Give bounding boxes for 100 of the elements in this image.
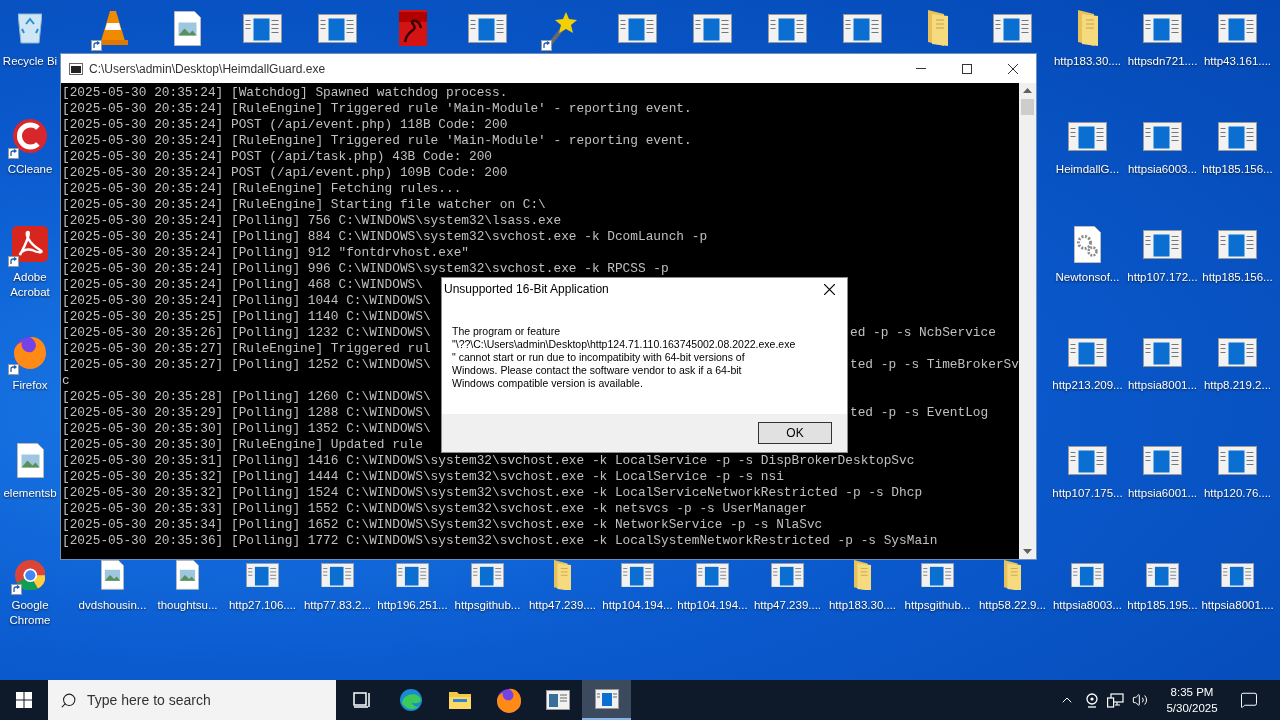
- dialog-title: Unsupported 16-Bit Application: [444, 281, 609, 298]
- console-line: [2025-05-30 20:35:24] [RuleEngine] Fetching rules...: [62, 181, 462, 197]
- console-line: c: [62, 373, 70, 389]
- program-window-icon[interactable]: [1143, 121, 1182, 151]
- program-window-icon[interactable]: [1143, 229, 1182, 259]
- icon-label: httpsia6003...: [1126, 162, 1199, 177]
- program-window-icon[interactable]: [993, 13, 1032, 43]
- folder-icon[interactable]: [1077, 10, 1098, 46]
- console-line: [2025-05-30 20:35:32] [Polling] 1444 C:\WINDOWS\system32\svchost.exe -k LocalService -p -s nsi: [62, 469, 784, 485]
- scrollbar[interactable]: [1019, 83, 1036, 559]
- ok-button[interactable]: OK: [758, 422, 832, 444]
- console-line: [2025-05-30 20:35:31] [Polling] 1416 C:\WINDOWS\system32\svchost.exe -k LocalService -p -s DispBrokerDesktopSvc: [62, 453, 915, 469]
- windows-logo-icon: [16, 692, 32, 708]
- close-icon: [823, 283, 835, 295]
- console-icon: [69, 62, 83, 75]
- icon-label: httpsia8001....: [1200, 598, 1275, 613]
- image-file-icon[interactable]: [16, 442, 44, 478]
- notification-icon[interactable]: [1240, 691, 1258, 709]
- program-window-icon[interactable]: [245, 562, 280, 588]
- recycle-bin-icon[interactable]: [18, 12, 42, 44]
- icon-label: http213.209...: [1051, 378, 1124, 393]
- icon-label: httpsdn721....: [1126, 54, 1199, 69]
- search-icon: [60, 691, 77, 709]
- icon-label: http185.156...: [1201, 270, 1274, 285]
- browser-icon[interactable]: [14, 559, 46, 591]
- icon-label: httpsgithub...: [453, 598, 522, 613]
- console-line: ed -p -s NcbService: [850, 325, 996, 341]
- console-line: [2025-05-30 20:35:26] [Polling] 1232 C:\WINDOWS\: [62, 325, 431, 341]
- program-window-icon[interactable]: [470, 562, 505, 588]
- icon-label: CCleane: [6, 162, 54, 177]
- program-window-icon[interactable]: [1218, 445, 1257, 475]
- program-window-icon[interactable]: [1218, 229, 1257, 259]
- task-view-icon: [353, 692, 370, 708]
- folder-icon[interactable]: [927, 10, 948, 46]
- icon-label: elementsb: [2, 486, 58, 501]
- clock[interactable]: 8:35 PM 5/30/2025: [1156, 684, 1228, 716]
- program-window-icon: [545, 690, 570, 710]
- icon-label: Firefox: [11, 378, 49, 393]
- image-file-icon[interactable]: [174, 10, 201, 46]
- icon-label: http185.195...: [1126, 598, 1199, 613]
- icon-label: http27.106....: [227, 598, 298, 613]
- icon-label: http77.83.2...: [302, 598, 373, 613]
- console-line: [2025-05-30 20:35:33] [Polling] 1552 C:\WINDOWS\system32\svchost.exe -k netsvcs -p -s UserManager: [62, 501, 807, 517]
- pdf-file-icon[interactable]: [398, 10, 427, 46]
- icon-label: dvdshousin...: [77, 598, 148, 613]
- acrobat-logo-icon[interactable]: [12, 226, 48, 262]
- folder-icon[interactable]: [554, 559, 571, 591]
- program-window-icon[interactable]: [843, 13, 882, 43]
- program-window-icon[interactable]: [320, 562, 355, 588]
- program-window-icon[interactable]: [243, 13, 282, 43]
- icon-label: http107.175...: [1051, 486, 1124, 501]
- program-window-icon[interactable]: [1220, 562, 1255, 588]
- program-window-icon[interactable]: [1068, 121, 1107, 151]
- icon-label: httpsgithub...: [903, 598, 972, 613]
- program-window-icon[interactable]: [1143, 337, 1182, 367]
- program-window-icon[interactable]: [1068, 445, 1107, 475]
- program-window-icon[interactable]: [695, 562, 730, 588]
- clock-time: 8:35 PM: [1170, 685, 1214, 700]
- taskbar-button[interactable]: [582, 680, 631, 720]
- program-window-icon[interactable]: [618, 13, 657, 43]
- image-file-icon[interactable]: [101, 560, 124, 590]
- console-line: [2025-05-30 20:35:24] [RuleEngine] Starting file watcher on C:\: [62, 197, 546, 213]
- program-window-icon[interactable]: [693, 13, 732, 43]
- ring-logo-icon[interactable]: [13, 119, 47, 153]
- search-input[interactable]: Type here to search: [87, 689, 317, 711]
- console-line: [2025-05-30 20:35:24] [Polling] 756 C:\WINDOWS\system32\lsass.exe: [62, 213, 562, 229]
- window-title: C:\Users\admin\Desktop\HeimdallGuard.exe: [89, 60, 326, 78]
- program-window-icon[interactable]: [620, 562, 655, 588]
- program-window-icon[interactable]: [468, 13, 507, 43]
- folder-icon[interactable]: [1004, 559, 1021, 591]
- program-window-icon[interactable]: [770, 562, 805, 588]
- program-window-icon[interactable]: [395, 562, 430, 588]
- icon-label: http47.239....: [527, 598, 598, 613]
- program-window-icon[interactable]: [1218, 121, 1257, 151]
- program-window-icon[interactable]: [920, 562, 955, 588]
- program-window-icon[interactable]: [1218, 337, 1257, 367]
- console-line: [2025-05-30 20:35:24] [Polling] 884 C:\WINDOWS\system32\svchost.exe -k DcomLaunch -p: [62, 229, 708, 245]
- network-icon[interactable]: [1107, 692, 1124, 708]
- image-file-icon[interactable]: [176, 560, 199, 590]
- program-window-icon[interactable]: [1218, 13, 1257, 43]
- program-window-icon[interactable]: [1145, 562, 1180, 588]
- icon-label: Newtonsof...: [1054, 270, 1121, 285]
- scroll-up-icon: [1023, 88, 1032, 93]
- program-window-icon[interactable]: [1070, 562, 1105, 588]
- settings-file-icon[interactable]: [1074, 225, 1101, 263]
- folder-icon[interactable]: [854, 559, 871, 591]
- icon-label: http107.172...: [1126, 270, 1199, 285]
- program-window-icon[interactable]: [1143, 13, 1182, 43]
- webcam-icon[interactable]: [1085, 692, 1099, 708]
- icon-label: httpsia6001...: [1126, 486, 1199, 501]
- program-window-icon[interactable]: [1143, 445, 1182, 475]
- console-line: [2025-05-30 20:35:24] POST (/api/event.php) 109B Code: 200: [62, 165, 508, 181]
- console-line: [2025-05-30 20:35:32] [Polling] 1524 C:\WINDOWS\system32\svchost.exe -k LocalServiceNetworkRestricted -p -s Dhcp: [62, 485, 923, 501]
- program-window-icon[interactable]: [768, 13, 807, 43]
- scroll-thumb[interactable]: [1021, 99, 1034, 115]
- program-window-icon[interactable]: [318, 13, 357, 43]
- search-bar[interactable]: Type here to search: [48, 680, 336, 720]
- icon-label: http58.22.9...: [977, 598, 1048, 613]
- program-window-icon[interactable]: [1068, 337, 1107, 367]
- volume-icon[interactable]: [1132, 692, 1148, 708]
